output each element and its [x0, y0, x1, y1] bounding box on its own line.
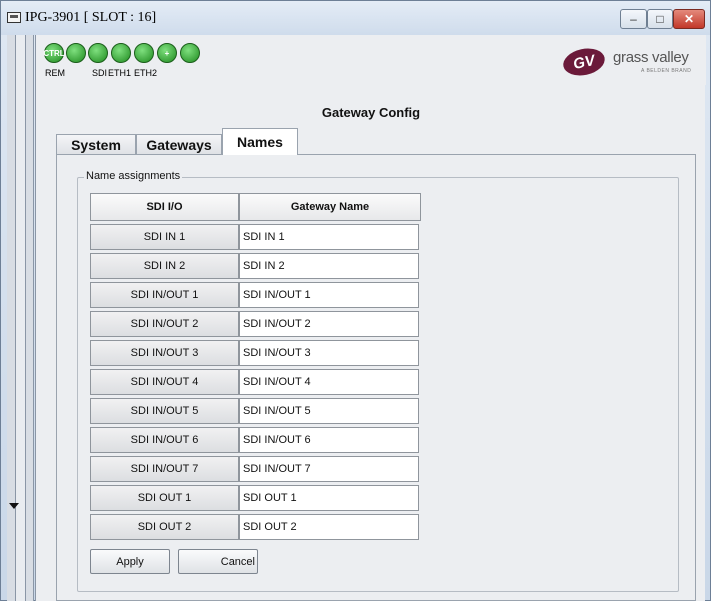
io-cell: SDI IN 2: [90, 253, 239, 279]
page-title: Gateway Config: [321, 105, 421, 120]
link-icon[interactable]: [66, 43, 86, 63]
io-cell: SDI IN/OUT 7: [90, 456, 239, 482]
close-button[interactable]: ✕: [673, 9, 705, 29]
collapse-arrow-icon[interactable]: [9, 503, 19, 509]
io-cell: SDI IN/OUT 4: [90, 369, 239, 395]
status-bar: CTRL REM SDI ETH1 ETH2 + GV grass valley…: [36, 35, 706, 85]
app-window: IPG-3901 [ SLOT : 16] – □ ✕ CTRL REM SDI…: [0, 0, 711, 601]
io-cell: SDI IN/OUT 3: [90, 340, 239, 366]
gv-logo-mark: GV: [560, 44, 608, 80]
gateway-name-input[interactable]: SDI IN 2: [239, 253, 419, 279]
eth1-icon[interactable]: [111, 43, 131, 63]
gateway-name-input[interactable]: SDI IN/OUT 1: [239, 282, 419, 308]
window-app-icon: [7, 12, 21, 23]
gateway-name-input[interactable]: SDI IN 1: [239, 224, 419, 250]
gateway-name-input[interactable]: SDI OUT 2: [239, 514, 419, 540]
io-cell: SDI IN 1: [90, 224, 239, 250]
ctrl-label: REM: [45, 68, 65, 78]
ctrl-icon[interactable]: CTRL: [43, 43, 65, 63]
gateway-name-input[interactable]: SDI OUT 1: [239, 485, 419, 511]
gateway-name-input[interactable]: SDI IN/OUT 6: [239, 427, 419, 453]
title-bar: IPG-3901 [ SLOT : 16] – □ ✕: [1, 1, 710, 35]
gateway-name-input[interactable]: SDI IN/OUT 4: [239, 369, 419, 395]
io-cell: SDI IN/OUT 2: [90, 311, 239, 337]
io-cell: SDI IN/OUT 5: [90, 398, 239, 424]
column-header-sdi-io[interactable]: SDI I/O: [90, 193, 239, 221]
sdi-label: SDI: [92, 68, 108, 78]
logo-text: grass valley: [613, 49, 689, 66]
name-assignments-legend: Name assignments: [84, 170, 183, 182]
arrow-icon[interactable]: [180, 43, 200, 63]
card-panel: CTRL REM SDI ETH1 ETH2 + GV grass valley…: [35, 35, 706, 601]
eth2-icon[interactable]: [134, 43, 154, 63]
eth1-label: ETH1: [108, 68, 132, 78]
minimize-button[interactable]: –: [620, 9, 647, 29]
eth2-label: ETH2: [134, 68, 158, 78]
io-cell: SDI OUT 1: [90, 485, 239, 511]
tab-system[interactable]: System: [56, 134, 136, 154]
logo-subtext: A BELDEN BRAND: [641, 68, 692, 74]
cancel-button[interactable]: Cancel: [178, 549, 258, 574]
column-header-gateway-name[interactable]: Gateway Name: [239, 193, 421, 221]
gateway-name-input[interactable]: SDI IN/OUT 3: [239, 340, 419, 366]
tab-names[interactable]: Names: [222, 128, 298, 155]
gateway-name-input[interactable]: SDI IN/OUT 2: [239, 311, 419, 337]
io-cell: SDI OUT 2: [90, 514, 239, 540]
gateway-name-input[interactable]: SDI IN/OUT 7: [239, 456, 419, 482]
io-cell: SDI IN/OUT 1: [90, 282, 239, 308]
maximize-button[interactable]: □: [647, 9, 673, 29]
names-tab-panel: Name assignments SDI I/O Gateway Name SD…: [56, 154, 696, 601]
left-tree-frame: [7, 35, 34, 601]
sdi-icon[interactable]: [88, 43, 108, 63]
gateway-name-input[interactable]: SDI IN/OUT 5: [239, 398, 419, 424]
tree-splitter[interactable]: [15, 35, 26, 601]
name-assignments-group: Name assignments SDI I/O Gateway Name SD…: [77, 170, 679, 592]
plus-icon[interactable]: +: [157, 43, 177, 63]
apply-button[interactable]: Apply: [90, 549, 170, 574]
tab-gateways[interactable]: Gateways: [136, 134, 222, 154]
io-cell: SDI IN/OUT 6: [90, 427, 239, 453]
grass-valley-logo: GV grass valley A BELDEN BRAND: [560, 44, 698, 80]
window-title: IPG-3901 [ SLOT : 16]: [25, 10, 157, 25]
